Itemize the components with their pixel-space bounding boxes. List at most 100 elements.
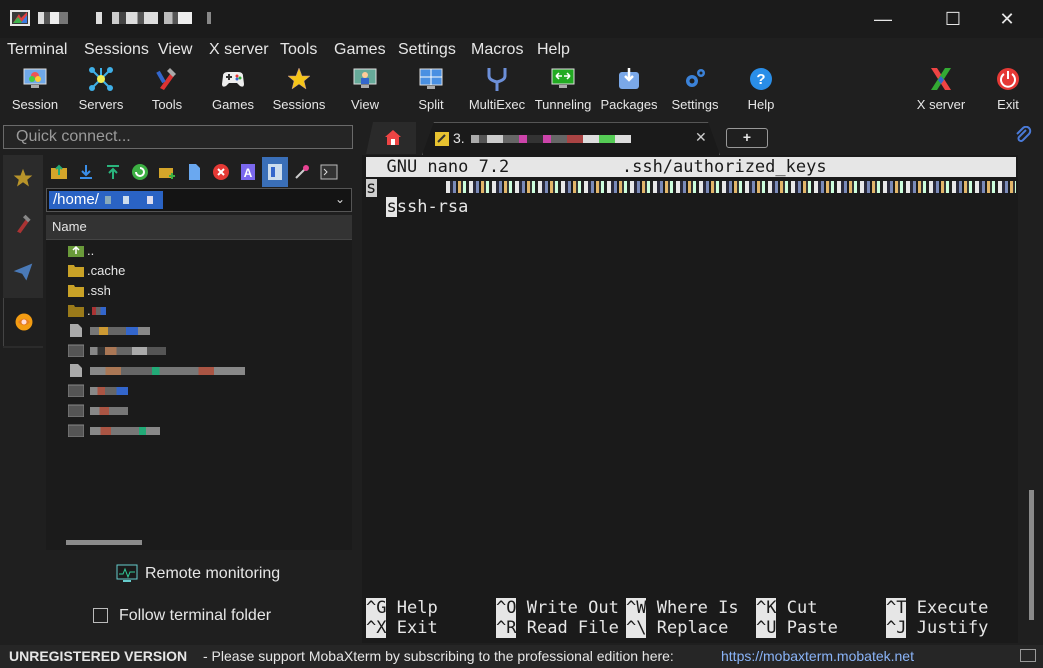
file-name: . bbox=[87, 303, 91, 318]
new-folder-icon[interactable] bbox=[158, 163, 176, 181]
window-title-blurred bbox=[207, 12, 211, 24]
toggle-hidden-button[interactable] bbox=[262, 157, 288, 187]
ssh-key-prefix: ssh-rsa bbox=[396, 197, 479, 217]
svg-text:A: A bbox=[244, 166, 253, 180]
follow-terminal-label: Follow terminal folder bbox=[119, 607, 272, 624]
parent-folder-icon bbox=[68, 245, 84, 257]
support-message: - Please support MobaXterm by subscribin… bbox=[203, 648, 674, 664]
unregistered-label: UNREGISTERED VERSION bbox=[9, 648, 188, 664]
file-list-header[interactable]: Name bbox=[46, 215, 352, 240]
toolbar-label: Exit bbox=[997, 97, 1019, 112]
session-monitor-icon bbox=[23, 68, 47, 88]
file-row-parent[interactable]: .. bbox=[46, 241, 352, 261]
nano-shortcut-justify: ^J Justify bbox=[886, 618, 989, 638]
terminal-tab-active[interactable]: 3. ✕ bbox=[422, 122, 720, 155]
remote-monitoring-label: Remote monitoring bbox=[145, 565, 281, 582]
column-name-header[interactable]: Name bbox=[52, 219, 87, 234]
rename-icon[interactable]: A bbox=[239, 163, 257, 181]
sftp-globe-icon bbox=[15, 313, 33, 331]
minimize-button[interactable]: — bbox=[860, 0, 906, 38]
tab-close-icon[interactable]: ✕ bbox=[695, 129, 707, 146]
chevron-down-icon[interactable]: ⌄ bbox=[335, 192, 345, 206]
terminal-scrollbar-thumb[interactable] bbox=[1029, 490, 1034, 620]
menu-tools[interactable]: Tools bbox=[280, 41, 317, 59]
folder-icon bbox=[68, 285, 84, 297]
nano-shortcut-paste: ^U Paste bbox=[756, 618, 838, 638]
file-row[interactable] bbox=[46, 361, 352, 381]
folder-up-icon[interactable] bbox=[50, 163, 68, 181]
window-title-blurred bbox=[38, 12, 68, 24]
menu-settings[interactable]: Settings bbox=[398, 41, 456, 59]
close-button[interactable]: ✕ bbox=[984, 0, 1030, 38]
window-title-blurred bbox=[164, 12, 192, 24]
menu-view[interactable]: View bbox=[158, 41, 192, 59]
paperclip-icon[interactable] bbox=[1014, 126, 1032, 144]
file-row[interactable] bbox=[46, 381, 352, 401]
home-tab[interactable] bbox=[366, 122, 416, 154]
split-icon bbox=[419, 68, 443, 89]
file-row[interactable] bbox=[46, 421, 352, 441]
paper-plane-icon bbox=[13, 263, 33, 281]
new-file-icon[interactable] bbox=[185, 163, 203, 181]
refresh-icon[interactable] bbox=[131, 163, 149, 181]
menu-sessions[interactable]: Sessions bbox=[84, 41, 149, 59]
monitor-chart-icon bbox=[116, 564, 138, 582]
horizontal-scrollbar-thumb[interactable] bbox=[66, 540, 142, 545]
executable-icon bbox=[68, 344, 84, 357]
terminal-icon[interactable] bbox=[320, 163, 338, 181]
download-icon[interactable] bbox=[77, 163, 95, 181]
sidebar-tab-sftp[interactable] bbox=[3, 298, 44, 346]
help-icon: ? bbox=[750, 68, 772, 90]
checkbox-box[interactable] bbox=[93, 608, 108, 623]
star-icon bbox=[13, 168, 33, 187]
new-tab-button[interactable]: + bbox=[726, 128, 768, 148]
multiexec-icon bbox=[487, 68, 507, 91]
file-row[interactable] bbox=[46, 321, 352, 341]
executable-icon bbox=[68, 384, 84, 397]
file-icon bbox=[70, 364, 82, 377]
menu-x-server[interactable]: X server bbox=[209, 41, 269, 59]
file-name: .. bbox=[87, 243, 95, 258]
nano-shortcut-replace: ^\ Replace bbox=[626, 618, 729, 638]
tools-icon bbox=[156, 68, 176, 90]
terminal-area[interactable] bbox=[362, 155, 1018, 643]
window-title-blurred bbox=[96, 12, 102, 24]
nano-shortcut-execute: ^T Execute bbox=[886, 598, 989, 618]
sidebar-tab-tools[interactable] bbox=[3, 201, 43, 247]
quick-connect-input[interactable]: Quick connect... bbox=[3, 125, 353, 149]
maximize-button[interactable]: ☐ bbox=[930, 0, 976, 38]
sidebar-tab-macros[interactable] bbox=[3, 249, 43, 295]
nano-shortcut-read-file: ^R Read File bbox=[496, 618, 619, 638]
magic-wand-icon[interactable] bbox=[293, 163, 311, 181]
menu-macros[interactable]: Macros bbox=[471, 41, 523, 59]
upload-icon[interactable] bbox=[104, 163, 122, 181]
menu-games[interactable]: Games bbox=[334, 41, 386, 59]
window-title-blurred bbox=[112, 12, 158, 24]
toolbar-help-button[interactable]: ? Help bbox=[728, 66, 794, 118]
sidebar-tab-sessions[interactable] bbox=[3, 155, 43, 201]
resize-grip-icon[interactable] bbox=[1020, 649, 1036, 662]
sftp-path-combobox[interactable]: /home/ ⌄ bbox=[46, 188, 352, 212]
delete-icon[interactable] bbox=[212, 163, 230, 181]
tools-icon bbox=[17, 214, 31, 234]
file-row-cache[interactable]: .cache bbox=[46, 261, 352, 281]
settings-icon bbox=[686, 69, 705, 87]
view-icon bbox=[353, 68, 377, 88]
star-icon bbox=[287, 67, 311, 90]
file-row[interactable] bbox=[46, 401, 352, 421]
menu-terminal[interactable]: Terminal bbox=[7, 41, 67, 59]
file-name: .cache bbox=[87, 263, 126, 278]
nano-shortcut-exit: ^X Exit bbox=[366, 618, 438, 638]
file-row[interactable] bbox=[46, 341, 352, 361]
menu-help[interactable]: Help bbox=[537, 41, 570, 59]
nano-header-text: GNU nano 7.2 .ssh/authorized_keys bbox=[366, 157, 827, 177]
file-row-hidden-folder[interactable]: . bbox=[46, 301, 352, 321]
ssh-key-blurred bbox=[446, 181, 1016, 193]
file-row-ssh[interactable]: .ssh bbox=[46, 281, 352, 301]
power-icon bbox=[997, 68, 1019, 90]
x-server-icon bbox=[931, 68, 951, 90]
nano-shortcut-write-out: ^O Write Out bbox=[496, 598, 619, 618]
mobaxterm-link[interactable]: https://mobaxterm.mobatek.net bbox=[721, 648, 914, 664]
executable-icon bbox=[68, 424, 84, 437]
toolbar-exit-button[interactable]: Exit bbox=[975, 66, 1041, 118]
